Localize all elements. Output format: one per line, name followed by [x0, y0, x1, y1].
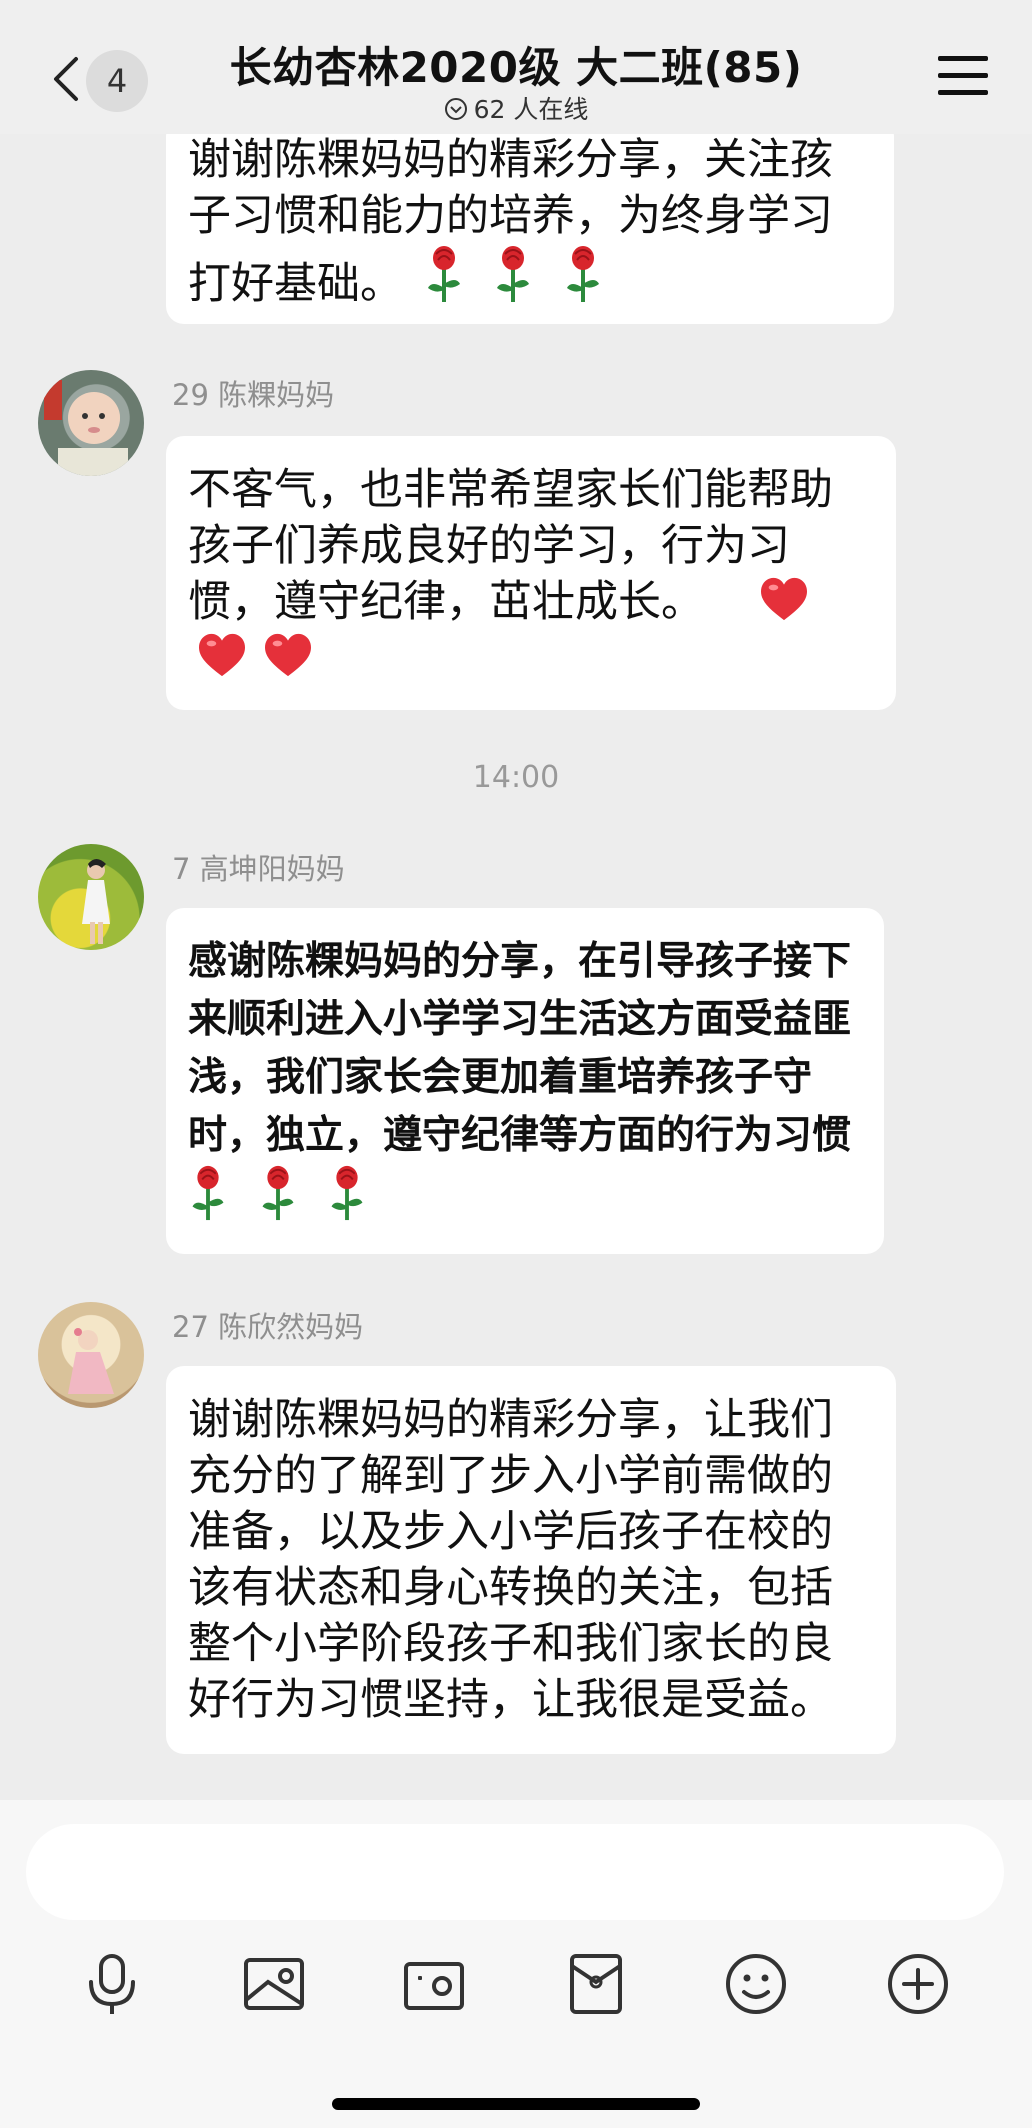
home-indicator[interactable] — [332, 2098, 700, 2110]
sender-name: 29 陈粿妈妈 — [172, 378, 335, 412]
timestamp: 14:00 — [472, 760, 560, 795]
rose-emoji-group — [188, 1164, 367, 1226]
avatar-woman-image — [82, 859, 110, 944]
sender-name: 27 陈欣然妈妈 — [172, 1310, 364, 1344]
input-panel — [0, 1800, 1032, 2128]
rose-icon — [425, 244, 462, 304]
rose-icon — [190, 1164, 226, 1222]
plus-icon[interactable] — [882, 1948, 954, 2020]
message-bubble[interactable]: 谢谢陈粿妈妈的精彩分享，关注孩子习惯和能力的培养，为终身学习打好基础。 — [166, 118, 894, 324]
avatar[interactable] — [38, 1302, 144, 1408]
mic-icon[interactable] — [76, 1948, 148, 2020]
message-text: 感谢陈粿妈妈的分享，在引导孩子接下来顺利进入小学学习生活这方面受益匪浅，我们家长… — [188, 938, 852, 1158]
online-icon — [444, 98, 467, 120]
rose-icon — [495, 244, 532, 304]
avatar-girl-image — [68, 1328, 114, 1394]
heart-icon — [264, 633, 311, 677]
chat-title: 长幼杏林2020级 大二班(85) — [229, 43, 803, 92]
camera-icon[interactable] — [398, 1948, 470, 2020]
avatar[interactable] — [38, 370, 144, 476]
online-count: 62 人在线 — [473, 95, 589, 124]
message-bubble[interactable]: 感谢陈粿妈妈的分享，在引导孩子接下来顺利进入小学学习生活这方面受益匪浅，我们家长… — [166, 908, 884, 1254]
red-packet-icon[interactable] — [560, 1948, 632, 2020]
rose-icon — [329, 1164, 365, 1222]
emoji-icon[interactable] — [720, 1948, 792, 2020]
message-bubble[interactable]: 不客气，也非常希望家长们能帮助孩子们养成良好的学习，行为习惯，遵守纪律，茁壮成长… — [166, 436, 896, 710]
avatar[interactable] — [38, 844, 144, 950]
chat-header: 4 长幼杏林2020级 大二班(85) 62 人在线 — [0, 0, 1032, 134]
heart-icon — [199, 633, 245, 677]
rose-emoji-group — [409, 244, 604, 309]
message-input[interactable] — [26, 1824, 1004, 1920]
input-toolbar — [0, 1948, 1032, 2028]
rose-icon — [260, 1164, 295, 1222]
online-status: 62 人在线 — [0, 90, 1032, 126]
message-bubble[interactable]: 谢谢陈粿妈妈的精彩分享，让我们充分的了解到了步入小学前需做的准备，以及步入小学后… — [166, 1366, 896, 1754]
menu-icon[interactable] — [936, 54, 990, 98]
image-icon[interactable] — [238, 1948, 310, 2020]
avatar-baby-image — [44, 380, 128, 476]
heart-icon — [760, 577, 807, 621]
rose-icon — [565, 244, 602, 304]
sender-name: 7 高坤阳妈妈 — [172, 852, 345, 886]
message-text: 谢谢陈粿妈妈的精彩分享，让我们充分的了解到了步入小学前需做的准备，以及步入小学后… — [188, 1395, 833, 1725]
